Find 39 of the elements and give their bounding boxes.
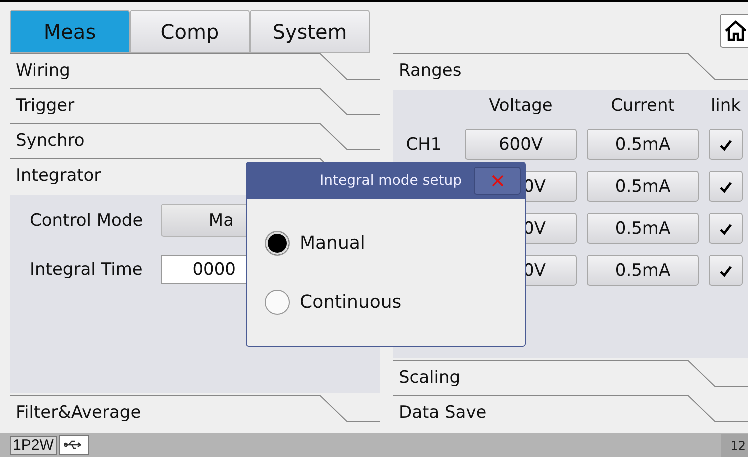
link-toggle[interactable] [709,129,743,160]
current-range-button[interactable]: 0.5mA [587,129,699,160]
link-toggle[interactable] [709,171,743,202]
section-header[interactable]: Synchro [10,123,380,158]
radio-button[interactable] [265,290,290,315]
wiring-indicator: 1P2W [10,436,57,454]
usb-icon [64,440,84,450]
voltage-range-button[interactable]: 600V [465,129,577,160]
tab[interactable]: Meas [10,10,130,53]
check-icon [720,264,732,276]
link-toggle[interactable] [709,213,743,244]
section-header[interactable]: Trigger [10,88,380,123]
section-header[interactable]: Scaling [393,360,748,395]
field-label: Control Mode [30,210,144,230]
current-range-button[interactable]: 0.5mA [587,171,699,202]
column-header: link [710,96,742,118]
section-header[interactable]: Data Save [393,395,748,430]
column-header: Current [610,96,676,118]
current-range-button[interactable]: 0.5mA [587,213,699,244]
field-label: Integral Time [30,260,144,280]
check-icon [720,222,732,234]
close-icon [492,175,504,187]
radio-option[interactable]: Continuous [265,290,525,315]
section-header[interactable]: Wiring [10,53,380,88]
check-icon [720,180,732,192]
tab[interactable]: System [250,10,370,53]
check-icon [720,138,732,150]
home-button[interactable] [720,14,748,48]
dialog-title: Integral mode setup [320,173,462,189]
section-header[interactable]: Ranges [393,53,748,88]
home-icon [724,19,748,43]
channel-label: CH1 [405,134,443,154]
current-range-button[interactable]: 0.5mA [587,255,699,286]
tab[interactable]: Comp [130,10,250,53]
column-header: Voltage [488,96,554,118]
section-header[interactable]: Filter&Average [10,395,380,430]
link-toggle[interactable] [709,255,743,286]
page-number: 12 [720,434,748,456]
radio-button[interactable] [265,231,290,256]
